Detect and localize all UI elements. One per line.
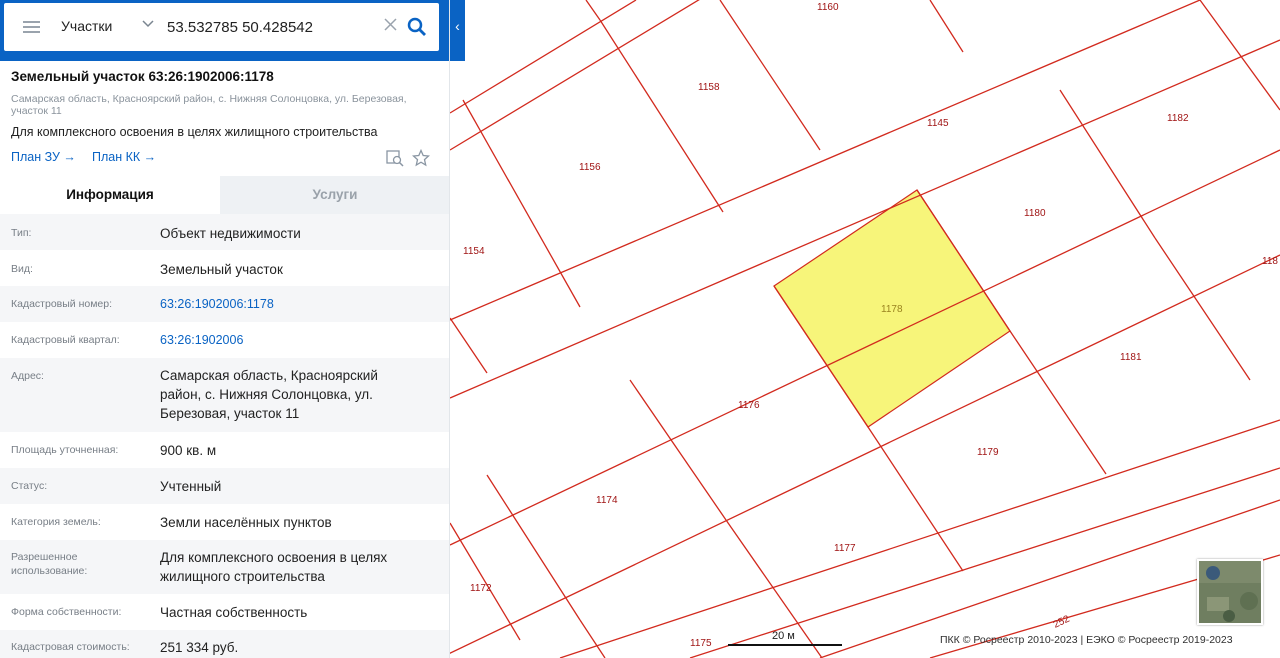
info-value: 251 334 руб. <box>160 640 239 655</box>
info-key: Разрешенное использование: <box>11 551 88 577</box>
plot-label-252: 252 <box>1052 613 1072 630</box>
object-purpose: Для комплексного освоения в целях жилищн… <box>11 125 378 139</box>
info-value: Самарская область, Красноярский район, с… <box>160 368 378 421</box>
info-value: Земельный участок <box>160 262 283 277</box>
info-value: Земли населённых пунктов <box>160 515 332 530</box>
plan-kk-link[interactable]: План КК → <box>92 150 156 164</box>
info-key: Кадастровая стоимость: <box>11 641 130 653</box>
chevron-down-icon[interactable] <box>142 17 154 32</box>
info-key: Статус: <box>11 480 48 492</box>
info-key: Адрес: <box>11 370 44 382</box>
search-box: Участки <box>4 3 439 51</box>
search-plan-icon[interactable] <box>386 149 404 167</box>
plot-label-118: 118 <box>1262 256 1278 267</box>
plot-label-1178: 1178 <box>881 304 903 315</box>
info-row-area: Площадь уточненная: 900 кв. м <box>0 432 449 468</box>
info-value: Учтенный <box>160 479 222 494</box>
info-row-type: Тип: Объект недвижимости <box>0 214 449 250</box>
plot-label-1160: 1160 <box>817 2 839 13</box>
info-key: Форма собственности: <box>11 606 122 618</box>
info-row-ownership: Форма собственности: Частная собственнос… <box>0 594 449 630</box>
tab-services[interactable]: Услуги <box>220 176 449 214</box>
object-title: Земельный участок 63:26:1902006:1178 <box>11 69 274 84</box>
info-key: Тип: <box>11 227 32 239</box>
plot-label-1145: 1145 <box>927 118 949 129</box>
info-row-cost: Кадастровая стоимость: 251 334 руб. <box>0 630 449 658</box>
scale-label: 20 м <box>772 630 795 642</box>
info-row-category: Категория земель: Земли населённых пункт… <box>0 504 449 540</box>
tab-info[interactable]: Информация <box>0 176 220 214</box>
info-key: Категория земель: <box>11 516 101 528</box>
plot-label-1179: 1179 <box>977 447 999 458</box>
info-row-cad-num: Кадастровый номер: 63:26:1902006:1178 <box>0 286 449 322</box>
plot-label-1175: 1175 <box>690 638 712 649</box>
info-value: Частная собственность <box>160 605 308 620</box>
info-row-address: Адрес: Самарская область, Красноярский р… <box>0 358 449 432</box>
map-attribution: ПКК © Росреестр 2010-2023 | ЕЭКО © Росре… <box>940 634 1233 646</box>
info-value: Объект недвижимости <box>160 226 301 241</box>
info-row-status: Статус: Учтенный <box>0 468 449 504</box>
collapse-chevron-icon[interactable]: ‹ <box>450 0 465 61</box>
info-key: Кадастровый квартал: <box>11 334 120 346</box>
plot-label-1181: 1181 <box>1120 352 1142 363</box>
search-input[interactable] <box>167 15 372 39</box>
info-key: Площадь уточненная: <box>11 444 119 456</box>
search-icon[interactable] <box>407 17 427 37</box>
info-row-permitted-use: Разрешенное использование: Для комплексн… <box>0 540 449 594</box>
info-key: Кадастровый номер: <box>11 298 113 310</box>
cadastral-block-link[interactable]: 63:26:1902006 <box>160 331 440 350</box>
info-row-kind: Вид: Земельный участок <box>0 250 449 286</box>
object-address: Самарская область, Красноярский район, с… <box>11 93 407 117</box>
info-value: 900 кв. м <box>160 443 217 458</box>
cadastral-number-link[interactable]: 63:26:1902006:1178 <box>160 295 440 314</box>
satellite-thumbnail-icon <box>1199 561 1261 623</box>
search-type-select[interactable]: Участки <box>61 18 112 34</box>
tab-bar: Информация Услуги <box>0 176 449 214</box>
info-panel: Участки Земельный участок 63:26:1902006:… <box>0 0 450 658</box>
plot-label-1177: 1177 <box>834 543 856 554</box>
plot-label-1158: 1158 <box>698 82 720 93</box>
menu-icon[interactable] <box>23 21 40 33</box>
plan-zu-link[interactable]: План ЗУ → <box>11 150 76 164</box>
plot-label-1174: 1174 <box>596 495 618 506</box>
close-icon[interactable] <box>384 17 397 35</box>
plot-label-1172: 1172 <box>470 583 492 594</box>
plot-label-1154: 1154 <box>463 246 485 257</box>
basemap-switcher[interactable] <box>1197 559 1263 625</box>
search-bar: Участки <box>0 0 449 61</box>
info-row-cad-block: Кадастровый квартал: 63:26:1902006 <box>0 322 449 358</box>
plot-label-1156: 1156 <box>579 162 601 173</box>
plot-label-1180: 1180 <box>1024 208 1046 219</box>
star-icon[interactable] <box>411 148 431 167</box>
info-value: Для комплексного освоения в целях жилищн… <box>160 550 388 584</box>
plot-label-1176: 1176 <box>738 400 760 411</box>
info-key: Вид: <box>11 263 33 275</box>
plot-label-1182: 1182 <box>1167 113 1189 124</box>
